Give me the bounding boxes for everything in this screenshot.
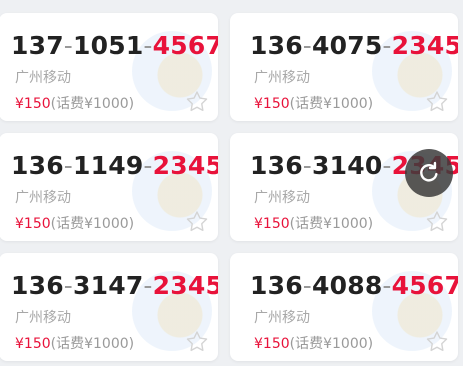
price-line: ¥150(话费¥1000) <box>254 93 373 113</box>
number-prefix: 136 <box>250 31 303 60</box>
number-middle: 1051 <box>73 31 144 60</box>
number-suffix: 2345 <box>391 31 458 60</box>
price: ¥150 <box>15 336 51 352</box>
star-outline-icon[interactable] <box>184 329 210 355</box>
phone-number: 136-1149-2345 <box>11 151 218 180</box>
number-separator: - <box>382 271 392 300</box>
number-separator: - <box>302 151 313 180</box>
star-outline-icon[interactable] <box>184 209 210 235</box>
price: ¥150 <box>254 336 290 352</box>
number-separator: - <box>63 151 74 180</box>
number-separator: - <box>382 151 392 180</box>
price: ¥150 <box>254 216 290 232</box>
number-middle: 1149 <box>73 151 144 180</box>
number-prefix: 136 <box>11 271 64 300</box>
star-outline-icon[interactable] <box>424 209 450 235</box>
carrier-label: 广州移动 <box>254 190 310 206</box>
number-card[interactable]: 137-1051-4567 广州移动 ¥150(话费¥1000) <box>0 13 218 121</box>
refresh-button[interactable] <box>405 149 453 197</box>
refresh-icon <box>420 161 438 182</box>
star-outline-icon[interactable] <box>424 89 450 115</box>
price-line: ¥150(话费¥1000) <box>15 333 134 353</box>
phone-number: 137-1051-4567 <box>11 31 218 60</box>
price: ¥150 <box>15 96 51 112</box>
fee-note: (话费¥1000) <box>50 216 135 232</box>
number-separator: - <box>143 271 153 300</box>
price-line: ¥150(话费¥1000) <box>254 213 373 233</box>
number-separator: - <box>143 151 153 180</box>
number-prefix: 136 <box>250 151 303 180</box>
number-middle: 4075 <box>312 31 383 60</box>
carrier-label: 广州移动 <box>254 310 310 326</box>
phone-number: 136-3147-2345 <box>11 271 218 300</box>
number-card[interactable]: 136-1149-2345 广州移动 ¥150(话费¥1000) <box>0 133 218 241</box>
number-middle: 3147 <box>73 271 144 300</box>
number-card[interactable]: 136-3147-2345 广州移动 ¥150(话费¥1000) <box>0 253 218 361</box>
number-separator: - <box>143 31 153 60</box>
number-suffix: 4567 <box>152 31 218 60</box>
carrier-label: 广州移动 <box>15 190 71 206</box>
price: ¥150 <box>254 96 290 112</box>
number-separator: - <box>382 31 392 60</box>
fee-note: (话费¥1000) <box>50 96 135 112</box>
number-middle: 3140 <box>312 151 383 180</box>
number-card[interactable]: 136-4075-2345 广州移动 ¥150(话费¥1000) <box>230 13 458 121</box>
fee-note: (话费¥1000) <box>289 96 374 112</box>
phone-number: 136-4075-2345 <box>250 31 458 60</box>
number-prefix: 136 <box>250 271 303 300</box>
number-prefix: 136 <box>11 151 64 180</box>
fee-note: (话费¥1000) <box>289 216 374 232</box>
price-line: ¥150(话费¥1000) <box>254 333 373 353</box>
carrier-label: 广州移动 <box>15 310 71 326</box>
price-line: ¥150(话费¥1000) <box>15 93 134 113</box>
number-separator: - <box>302 271 313 300</box>
number-suffix: 2345 <box>152 151 218 180</box>
number-middle: 4088 <box>312 271 383 300</box>
number-separator: - <box>63 271 74 300</box>
star-outline-icon[interactable] <box>424 329 450 355</box>
number-separator: - <box>302 31 313 60</box>
fee-note: (话费¥1000) <box>289 336 374 352</box>
number-suffix: 2345 <box>152 271 218 300</box>
carrier-label: 广州移动 <box>254 70 310 86</box>
star-outline-icon[interactable] <box>184 89 210 115</box>
number-suffix: 4567 <box>391 271 458 300</box>
number-card[interactable]: 136-4088-4567 广州移动 ¥150(话费¥1000) <box>230 253 458 361</box>
fee-note: (话费¥1000) <box>50 336 135 352</box>
number-separator: - <box>63 31 74 60</box>
phone-number: 136-4088-4567 <box>250 271 458 300</box>
number-prefix: 137 <box>11 31 64 60</box>
price-line: ¥150(话费¥1000) <box>15 213 134 233</box>
price: ¥150 <box>15 216 51 232</box>
carrier-label: 广州移动 <box>15 70 71 86</box>
